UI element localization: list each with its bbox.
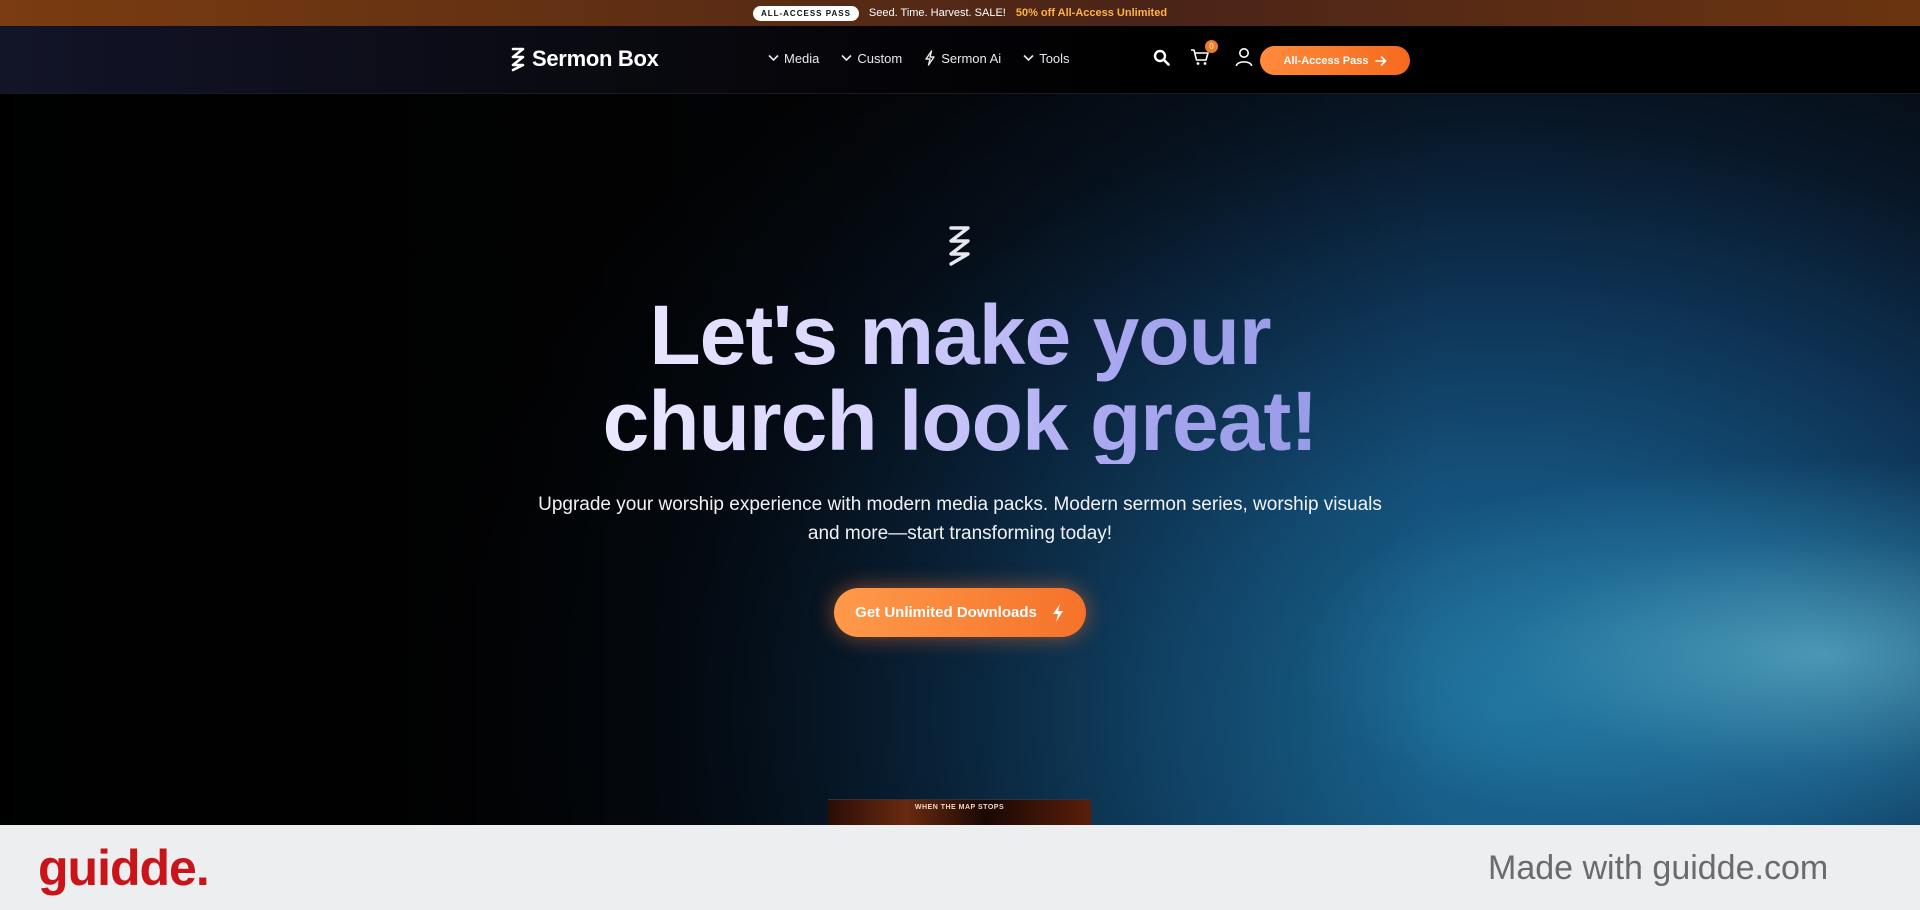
nav-label-custom: Custom (857, 50, 903, 66)
brand-name: Sermon Box (532, 46, 659, 71)
bolt-icon (925, 50, 935, 66)
nav-label-media: Media (784, 50, 820, 66)
hero-headline-line2: church look great! (602, 374, 1318, 468)
announcement-offer-link[interactable]: 50% off All-Access Unlimited (1016, 7, 1167, 19)
media-preview-card[interactable]: WHEN THE MAP STOPS (828, 799, 1091, 825)
main-nav: Media Custom Sermon Ai Tools (768, 50, 1070, 66)
cart-button[interactable]: 0 (1189, 40, 1218, 68)
chevron-down-icon (841, 54, 852, 62)
hero-headline: Let's make your church look great! (460, 292, 1460, 464)
site-header: Sermon Box Media Custom Sermon Ai Tools … (0, 26, 1920, 94)
all-access-pass-label: All-Access Pass (1283, 54, 1369, 67)
sermon-box-mark-icon (949, 226, 970, 266)
preview-card-title: WHEN THE MAP STOPS (914, 804, 1005, 811)
hero-headline-line1: Let's make your (649, 288, 1271, 382)
nav-label-sermon-ai: Sermon Ai (941, 50, 1002, 66)
all-access-pass-badge: ALL-ACCESS PASS (752, 5, 859, 21)
hero-section: Let's make your church look great! Upgra… (0, 94, 1920, 825)
header-actions: 0 (1150, 40, 1255, 68)
cart-count-badge: 0 (1205, 40, 1218, 53)
user-icon (1235, 48, 1253, 67)
guidde-logo: guidde. (38, 840, 210, 896)
sermon-box-logo-icon (511, 47, 525, 72)
guidde-tagline: Made with guidde.com (1488, 849, 1829, 887)
nav-item-media[interactable]: Media (768, 50, 819, 66)
arrow-right-icon (1374, 55, 1386, 66)
announcement-text: Seed. Time. Harvest. SALE! (868, 7, 1006, 19)
get-unlimited-downloads-label: Get Unlimited Downloads (855, 604, 1037, 621)
chevron-down-icon (768, 54, 779, 62)
nav-item-custom[interactable]: Custom (841, 50, 902, 66)
announcement-bar: ALL-ACCESS PASS Seed. Time. Harvest. SAL… (0, 0, 1920, 26)
nav-item-sermon-ai[interactable]: Sermon Ai (924, 50, 1001, 66)
hero-subtitle: Upgrade your worship experience with mod… (538, 494, 1382, 544)
chevron-down-icon (1023, 54, 1034, 62)
nav-item-tools[interactable]: Tools (1023, 50, 1070, 66)
search-icon (1153, 49, 1170, 66)
brand-logo[interactable]: Sermon Box (510, 46, 659, 72)
bolt-icon (1052, 603, 1063, 622)
get-unlimited-downloads-button[interactable]: Get Unlimited Downloads (834, 588, 1086, 637)
search-button[interactable] (1150, 46, 1172, 68)
account-button[interactable] (1233, 46, 1255, 68)
guidde-watermark-bar: guidde. Made with guidde.com (0, 825, 1920, 910)
nav-label-tools: Tools (1039, 50, 1070, 66)
all-access-pass-button[interactable]: All-Access Pass (1260, 46, 1410, 75)
